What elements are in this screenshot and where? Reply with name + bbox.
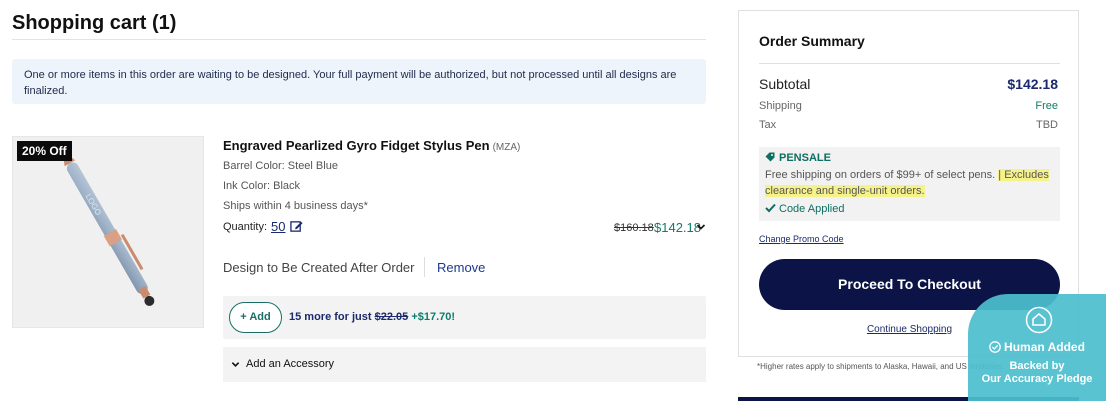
barrel-color: Barrel Color: Steel Blue (223, 160, 338, 172)
backed-by-text: Backed by (1009, 360, 1065, 372)
page-title: Shopping cart (1) (12, 12, 177, 34)
summary-title: Order Summary (759, 33, 865, 49)
summary-divider (759, 63, 1060, 64)
tax-label: Tax (759, 119, 777, 131)
shipping-value: Free (1035, 100, 1058, 112)
subtotal-value: $142.18 (1007, 76, 1058, 92)
human-added-badge[interactable]: Human Added Backed by Our Accuracy Pledg… (968, 294, 1106, 401)
quantity-value[interactable]: 50 (271, 219, 285, 234)
add-accessory-label: Add an Accessory (246, 358, 335, 370)
product-name-text[interactable]: Engraved Pearlized Gyro Fidget Stylus Pe… (223, 138, 490, 153)
change-promo-link[interactable]: Change Promo Code (759, 234, 844, 244)
human-added-text: Human Added (1004, 340, 1085, 354)
divider (424, 257, 425, 277)
promo-code-text: PENSALE (779, 152, 831, 164)
promo-code: PENSALE (765, 152, 831, 164)
pledge-text: Our Accuracy Pledge (981, 373, 1093, 385)
promo-desc-plain: Free shipping on orders of $99+ of selec… (765, 169, 996, 181)
add-accessory-toggle[interactable]: Add an Accessory (223, 347, 706, 382)
discount-badge: 20% Off (17, 141, 72, 161)
upsell-box: + Add 15 more for just $22.05 +$17.70! (223, 296, 706, 339)
design-note: Design to Be Created After Order (223, 260, 415, 275)
product-name[interactable]: Engraved Pearlized Gyro Fidget Stylus Pe… (223, 138, 520, 153)
edit-icon[interactable] (290, 220, 303, 233)
ink-color: Ink Color: Black (223, 180, 301, 192)
shield-icon (1025, 306, 1053, 334)
upsell-price-new: +$17.70! (411, 311, 456, 323)
upsell-prefix: 15 more for just (289, 311, 372, 323)
upsell-price-strike: $22.05 (374, 311, 409, 323)
tag-icon (765, 152, 775, 162)
ship-time: Ships within 4 business days* (223, 200, 368, 212)
price-current: $142.18 (654, 220, 701, 235)
title-divider (12, 39, 706, 40)
quantity-label: Quantity: (223, 221, 268, 233)
pen-image: LOGO (61, 149, 155, 306)
remove-link[interactable]: Remove (437, 260, 485, 275)
promo-description: Free shipping on orders of $99+ of selec… (765, 167, 1055, 199)
check-icon (765, 203, 776, 213)
price-original: $160.18 (614, 222, 654, 234)
shipping-label: Shipping (759, 100, 802, 112)
product-sku: (MZA) (492, 142, 521, 153)
upsell-text: 15 more for just $22.05 +$17.70! (289, 311, 455, 323)
chevron-down-icon (231, 362, 240, 367)
tax-value: TBD (1036, 119, 1058, 131)
add-more-button[interactable]: + Add (229, 302, 282, 333)
accuracy-pledge: Backed by Our Accuracy Pledge (968, 360, 1106, 386)
promo-box: PENSALE Free shipping on orders of $99+ … (759, 147, 1060, 221)
human-added-label: Human Added (968, 340, 1106, 354)
check-circle-icon (989, 341, 1001, 353)
code-applied: Code Applied (765, 203, 844, 215)
product-image[interactable]: LOGO 20% Off (12, 136, 204, 328)
subtotal-label: Subtotal (759, 76, 811, 92)
chevron-down-icon[interactable] (696, 222, 706, 232)
design-notice: One or more items in this order are wait… (12, 59, 706, 104)
code-applied-text: Code Applied (779, 203, 845, 215)
